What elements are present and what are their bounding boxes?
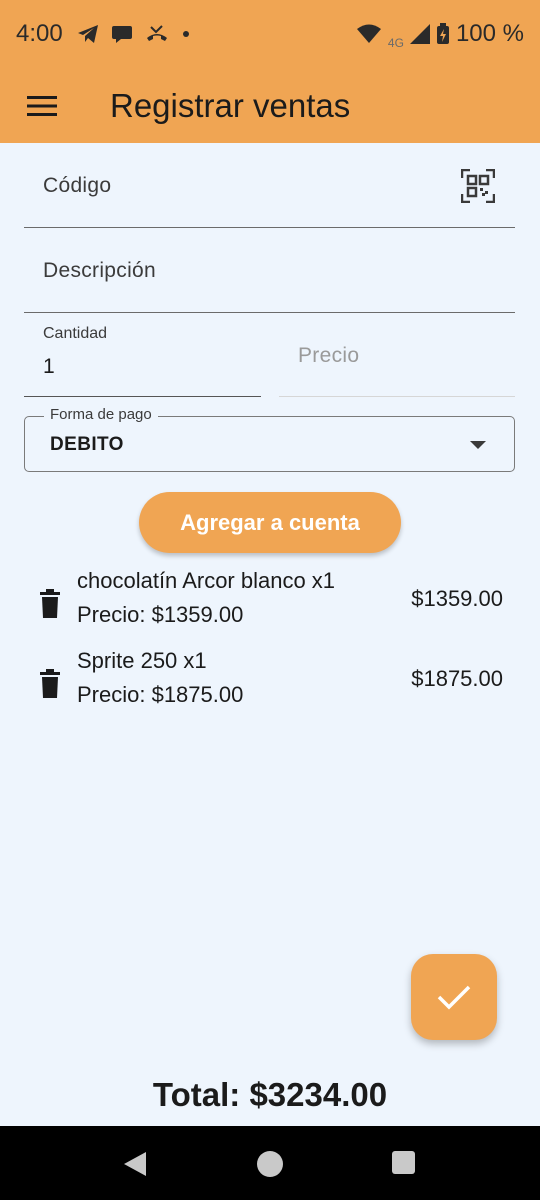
dot-icon [182,31,189,37]
total-amount: Total: $3234.00 [152,1076,388,1113]
check-icon [437,985,471,1010]
top-bar: 4:00 4G 100 % Registrar ventas [0,0,540,143]
home-icon[interactable] [257,1151,283,1177]
battery-icon [436,23,449,44]
missed-call-icon [146,25,167,41]
signal-icon [409,24,430,44]
cantidad-label: Cantidad [43,325,108,342]
delete-icon[interactable] [38,669,62,699]
confirm-sale-button[interactable] [411,954,497,1040]
status-time: 4:00 [16,20,63,47]
chat-icon [111,26,132,43]
menu-button[interactable] [0,68,85,143]
telegram-icon [77,25,98,43]
cart-items-list: chocolatín Arcor blanco x1 Precio: $1359… [0,564,540,724]
page-title: Registrar ventas [110,86,351,124]
item-name: chocolatín Arcor blanco x1 [77,568,336,593]
cantidad-field[interactable]: Cantidad 1 [24,313,261,397]
item-unit-price: Precio: $1359.00 [77,602,244,627]
add-to-account-button[interactable]: Agregar a cuenta [139,492,401,553]
precio-placeholder: Precio [298,344,360,367]
back-icon[interactable] [122,1150,148,1178]
descripcion-field[interactable]: Descripción [24,228,515,313]
item-amount: $1875.00 [411,666,503,691]
codigo-field[interactable]: Código [24,143,515,228]
precio-field[interactable]: Precio [279,313,515,397]
payment-method-label: Forma de pago [44,406,158,423]
recents-icon[interactable] [392,1151,415,1174]
list-item: Sprite 250 x1 Precio: $1875.00 $1875.00 [0,644,540,724]
qr-scan-icon[interactable] [461,169,495,203]
cantidad-value: 1 [43,355,55,378]
item-amount: $1359.00 [411,586,503,611]
menu-icon [27,95,57,116]
descripcion-placeholder: Descripción [43,259,157,282]
list-item: chocolatín Arcor blanco x1 Precio: $1359… [0,564,540,644]
battery-level: 100 % [455,20,524,47]
system-nav-bar [0,1126,540,1200]
notification-icons [77,24,191,44]
status-bar: 4:00 4G 100 % [0,0,540,68]
codigo-placeholder: Código [43,174,112,197]
delete-icon[interactable] [38,589,62,619]
payment-method-select[interactable]: Forma de pago DEBITO [24,406,515,472]
status-right: 4G 100 % [356,18,524,50]
payment-method-value: DEBITO [50,434,124,455]
item-name: Sprite 250 x1 [77,648,207,673]
dropdown-arrow-icon [470,441,486,449]
app-bar: Registrar ventas [0,68,540,143]
item-unit-price: Precio: $1875.00 [77,682,244,707]
wifi-icon [356,24,381,43]
network-label: 4G [387,36,404,50]
